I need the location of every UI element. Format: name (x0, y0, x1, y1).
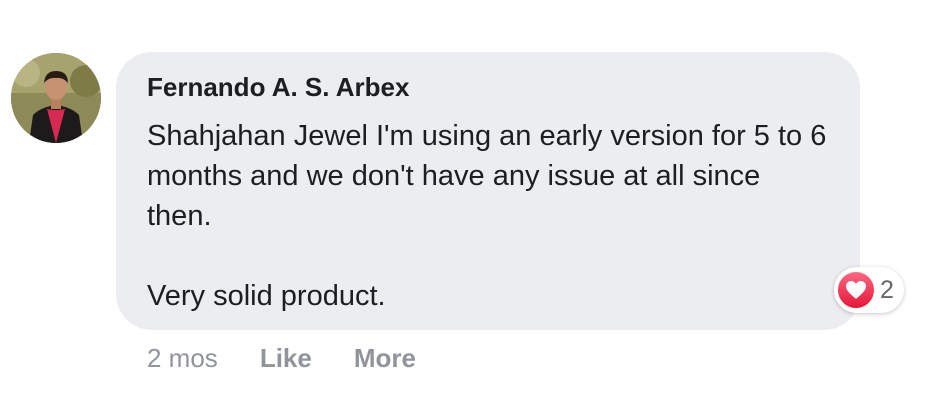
profile-photo (11, 53, 101, 143)
like-button[interactable]: Like (260, 343, 312, 374)
comment-paragraph: Shahjahan Jewel I'm using an early versi… (147, 120, 827, 232)
comment-timestamp[interactable]: 2 mos (147, 343, 218, 374)
comment-paragraph: Very solid product. (147, 280, 386, 312)
comment-bubble: Fernando A. S. Arbex Shahjahan Jewel I'm… (116, 52, 860, 330)
heart-icon (846, 281, 866, 299)
love-icon (836, 270, 876, 310)
comment-body: Shahjahan Jewel I'm using an early versi… (147, 116, 830, 316)
reaction-count: 2 (880, 275, 894, 304)
more-button[interactable]: More (354, 343, 416, 374)
comment-actions: 2 mos Like More (147, 340, 416, 376)
comment-author[interactable]: Fernando A. S. Arbex (147, 70, 830, 104)
avatar[interactable] (11, 53, 101, 143)
reactions-summary[interactable]: 2 (834, 267, 904, 313)
